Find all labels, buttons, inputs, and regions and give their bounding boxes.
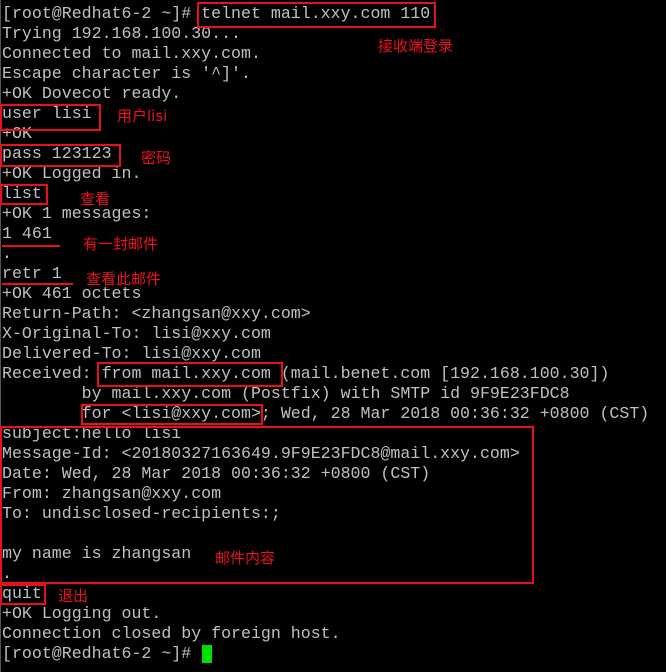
annotation-one-mail: 有一封邮件 bbox=[83, 235, 159, 253]
terminal-line: Return-Path: <zhangsan@xxy.com> bbox=[2, 304, 311, 323]
terminal-line: by mail.xxy.com (Postfix) with SMTP id 9… bbox=[2, 384, 570, 403]
underline-message-list bbox=[2, 245, 60, 247]
highlight-user bbox=[0, 104, 101, 131]
annotation-user: 用户lisi bbox=[117, 107, 168, 125]
terminal-line: +OK Logging out. bbox=[2, 604, 162, 623]
terminal-line: Escape character is '^]'. bbox=[2, 64, 251, 83]
highlight-pass bbox=[0, 144, 121, 167]
terminal-cursor bbox=[202, 645, 212, 663]
terminal-line: Connection closed by foreign host. bbox=[2, 624, 341, 643]
annotation-password: 密码 bbox=[141, 149, 172, 167]
annotation-content: 邮件内容 bbox=[215, 549, 276, 567]
annotation-login: 接收端登录 bbox=[378, 37, 454, 55]
terminal-line: Delivered-To: lisi@xxy.com bbox=[2, 344, 261, 363]
terminal-line: +OK Logged in. bbox=[2, 164, 142, 183]
terminal-line: +OK Dovecot ready. bbox=[2, 84, 182, 103]
annotation-list: 查看 bbox=[80, 190, 111, 208]
annotation-view-mail: 查看此邮件 bbox=[86, 270, 162, 288]
terminal-line: Connected to mail.xxy.com. bbox=[2, 44, 261, 63]
terminal-line: quit bbox=[2, 584, 42, 603]
highlight-quit bbox=[0, 584, 46, 605]
highlight-list bbox=[0, 184, 48, 205]
highlight-telnet-command bbox=[197, 2, 436, 28]
terminal-line: [root@Redhat6-2 ~]# bbox=[2, 644, 202, 663]
annotation-quit: 退出 bbox=[58, 587, 89, 605]
highlight-for bbox=[81, 404, 263, 425]
highlight-from bbox=[97, 362, 283, 387]
underline-retr bbox=[2, 283, 73, 285]
terminal-line: X-Original-To: lisi@xxy.com bbox=[2, 324, 271, 343]
